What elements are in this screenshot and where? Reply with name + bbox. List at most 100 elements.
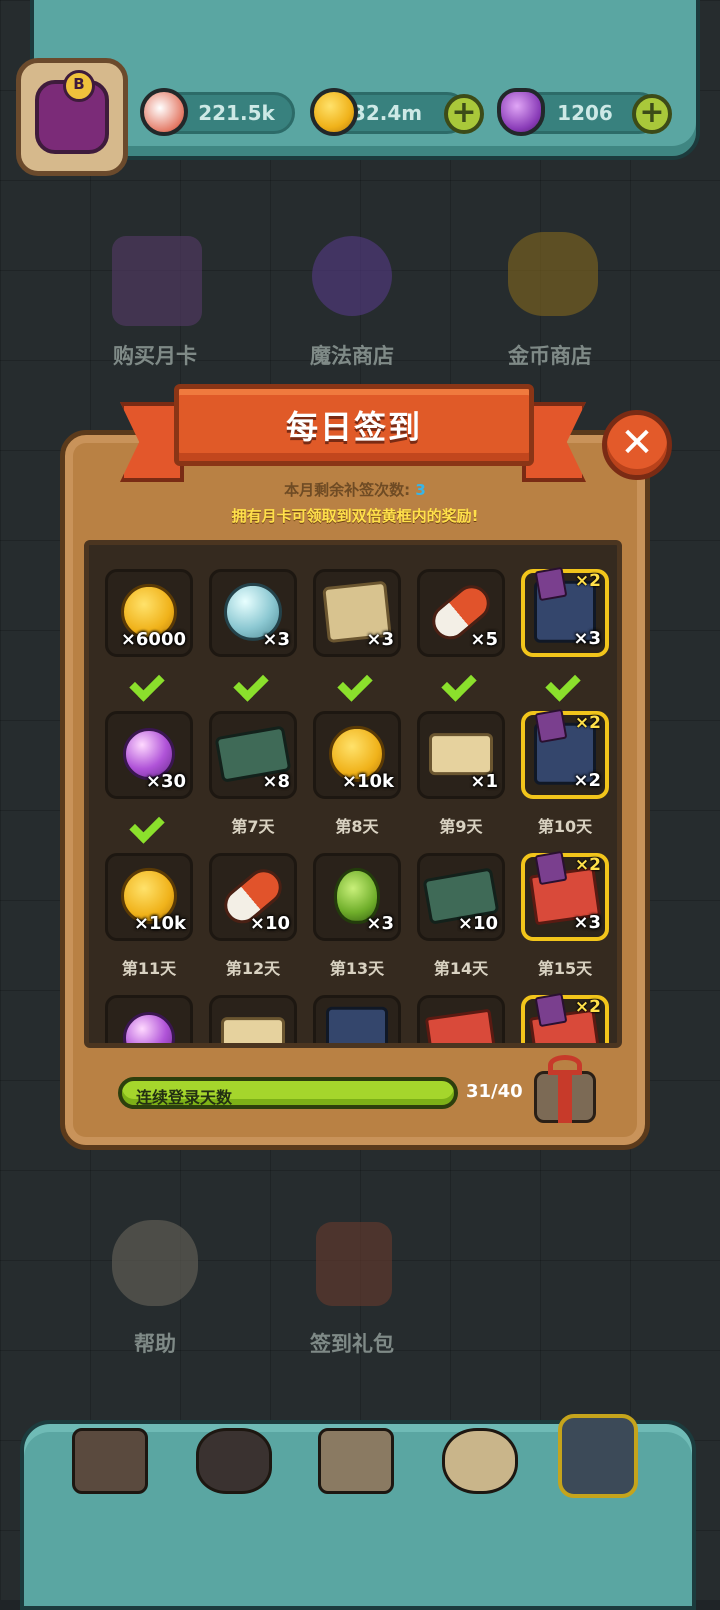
claimed-check-icon: [545, 665, 585, 695]
claimed-check-icon: [129, 665, 169, 695]
reward-slot[interactable]: ×10k: [313, 711, 401, 799]
remaining-makeup-count: 本月剩余补签次数: 3: [60, 479, 650, 500]
double-badge: ×2: [574, 713, 601, 733]
eyeball-count: 221.5k: [198, 101, 275, 125]
reward-slot[interactable]: ×6000: [105, 569, 193, 657]
claimed-check-icon: [129, 807, 169, 837]
day-label: 第14天: [433, 959, 489, 978]
reward-slot[interactable]: [417, 995, 505, 1043]
gold-shop-label[interactable]: 金币商店: [475, 340, 625, 370]
reward-quantity: ×1: [470, 771, 498, 792]
signin-gift-label[interactable]: 签到礼包: [277, 1328, 427, 1358]
buy-monthly-card-label[interactable]: 购买月卡: [80, 340, 230, 370]
monthly-card-badge-icon: [534, 850, 568, 886]
reward-quantity: ×10: [457, 913, 498, 934]
reward-quantity: ×10k: [133, 913, 186, 934]
close-icon: ✕: [620, 420, 654, 466]
reward-grid[interactable]: ×6000 ×3 ×3 ×5 ×2 ×3 ×30 ×8 第7天 ×10k 第8天 ×1 第9天 ×2 ×2 第…: [84, 540, 622, 1048]
progress-value: 31/40: [466, 1081, 523, 1102]
double-badge: ×2: [574, 571, 601, 591]
reward-slot[interactable]: ×3: [313, 853, 401, 941]
magic-shop-label[interactable]: 魔法商店: [277, 340, 427, 370]
herb-icon: [221, 1017, 285, 1043]
nav-book-icon[interactable]: [318, 1428, 394, 1494]
reward-slot[interactable]: ×2: [521, 992, 609, 1043]
reward-slot[interactable]: ×2 ×3: [521, 566, 609, 657]
modal-title: 每日签到: [174, 384, 534, 466]
reward-slot[interactable]: ×1: [417, 711, 505, 799]
day-label: 第8天: [335, 817, 379, 836]
day-label: 第10天: [537, 817, 593, 836]
avatar[interactable]: [16, 58, 128, 176]
top-bar: [30, 0, 700, 160]
help-icon[interactable]: [112, 1220, 198, 1306]
day-label: 第11天: [121, 959, 177, 978]
reward-quantity: ×6000: [120, 629, 186, 650]
reward-quantity: ×3: [262, 629, 290, 650]
reward-slot[interactable]: ×2 ×3: [521, 850, 609, 941]
reward-quantity: ×2: [573, 770, 601, 791]
monthly-card-badge-icon: [534, 992, 568, 1028]
card-pack-icon: [326, 1006, 388, 1043]
coin-icon: [310, 88, 358, 136]
day-label: 第9天: [439, 817, 483, 836]
reward-slot[interactable]: ×3: [209, 569, 297, 657]
reward-slot[interactable]: ×10: [417, 853, 505, 941]
reward-slot[interactable]: ×10: [209, 853, 297, 941]
reward-quantity: ×10k: [341, 771, 394, 792]
nav-shop-icon[interactable]: [72, 1428, 148, 1494]
reward-quantity: ×5: [470, 629, 498, 650]
rug-icon: [424, 1008, 498, 1043]
nav-bag-icon[interactable]: [442, 1428, 518, 1494]
remaining-label: 本月剩余补签次数:: [284, 481, 411, 499]
claimed-check-icon: [337, 665, 377, 695]
potion-count: 1206: [557, 101, 613, 125]
magic-shop-icon[interactable]: [312, 236, 392, 316]
progress-label: 连续登录天数: [136, 1088, 233, 1107]
monthly-card-icon[interactable]: [112, 236, 202, 326]
reward-slot[interactable]: ×10k: [105, 853, 193, 941]
reward-quantity: ×10: [249, 913, 290, 934]
reward-quantity: ×30: [145, 771, 186, 792]
monthly-card-badge-icon: [534, 708, 568, 744]
potion-icon: [497, 88, 545, 136]
claimed-check-icon: [233, 665, 273, 695]
monthly-card-badge-icon: [534, 566, 568, 602]
reward-quantity: ×3: [573, 912, 601, 933]
remaining-value: 3: [415, 481, 426, 499]
add-potion-button[interactable]: +: [632, 94, 672, 134]
reward-quantity: ×3: [366, 629, 394, 650]
claimed-check-icon: [441, 665, 481, 695]
reward-slot[interactable]: [209, 995, 297, 1043]
nav-menu-grid-icon[interactable]: [558, 1414, 638, 1498]
day-label: 第13天: [329, 959, 385, 978]
reward-slot[interactable]: ×5: [417, 569, 505, 657]
reward-quantity: ×8: [262, 771, 290, 792]
reward-slot[interactable]: ×8: [209, 711, 297, 799]
monthly-card-tip: 拥有月卡可领取到双倍黄框内的奖励!: [231, 507, 479, 525]
coin-count: 32.4m: [351, 101, 423, 125]
close-button[interactable]: ✕: [602, 410, 672, 480]
help-label[interactable]: 帮助: [80, 1328, 230, 1358]
reward-slot[interactable]: [105, 995, 193, 1043]
reward-slot[interactable]: ×2 ×2: [521, 708, 609, 799]
double-badge: ×2: [574, 997, 601, 1017]
day-label: 第12天: [225, 959, 281, 978]
progress-gift-icon[interactable]: [530, 1055, 600, 1125]
gold-shop-icon[interactable]: [508, 232, 598, 316]
day-label: 第15天: [537, 959, 593, 978]
reward-slot[interactable]: ×3: [313, 569, 401, 657]
reward-slot[interactable]: [313, 995, 401, 1043]
day-label: 第7天: [231, 817, 275, 836]
scroll-icon: [429, 733, 493, 776]
reward-quantity: ×3: [366, 913, 394, 934]
signin-gift-icon[interactable]: [316, 1222, 392, 1306]
login-progress-bar: 连续登录天数: [118, 1077, 458, 1109]
reward-slot[interactable]: ×30: [105, 711, 193, 799]
nav-monster-icon[interactable]: [196, 1428, 272, 1494]
add-coin-button[interactable]: +: [444, 94, 484, 134]
double-badge: ×2: [574, 855, 601, 875]
avatar-monster-icon: [35, 70, 109, 154]
reward-quantity: ×3: [573, 628, 601, 649]
eyeball-icon: [140, 88, 188, 136]
